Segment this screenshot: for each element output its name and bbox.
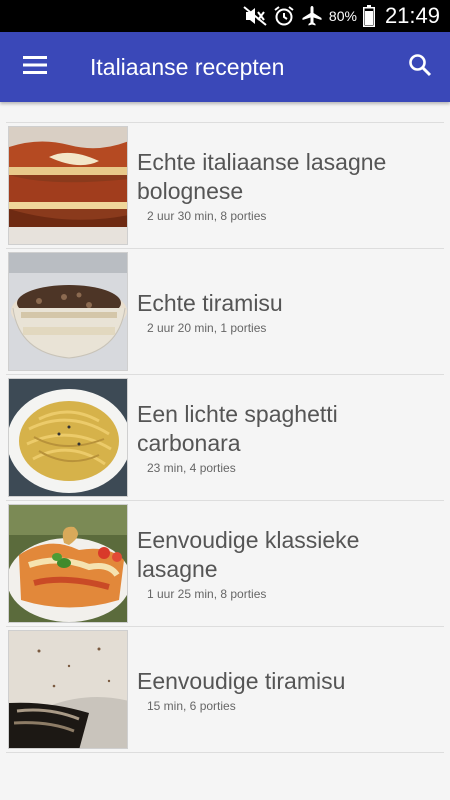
battery-percent: 80% (328, 8, 357, 24)
status-bar: 80% 21:49 (0, 0, 450, 32)
recipe-thumbnail (8, 378, 128, 497)
status-time: 21:49 (384, 3, 440, 28)
recipe-item[interactable]: Eenvoudige klassieke lasagne 1 uur 25 mi… (6, 501, 444, 627)
recipe-meta: 15 min, 6 porties (147, 698, 236, 713)
menu-button[interactable] (0, 32, 70, 102)
search-icon (408, 53, 432, 82)
mute-icon (243, 6, 267, 26)
recipe-thumbnail (8, 126, 128, 245)
recipe-meta: 2 uur 20 min, 1 porties (147, 320, 267, 335)
app-bar: Italiaanse recepten (0, 32, 450, 102)
alarm-icon (273, 5, 295, 27)
app-title: Italiaanse recepten (90, 53, 285, 80)
recipe-thumbnail (8, 252, 128, 371)
recipe-meta: 2 uur 30 min, 8 porties (147, 209, 267, 223)
recipe-thumbnail (8, 504, 128, 623)
battery-icon (362, 5, 375, 27)
recipe-meta: 1 uur 25 min, 8 porties (147, 587, 267, 601)
recipe-thumbnail (8, 630, 128, 749)
recipe-item[interactable]: Een lichte spaghetti carbonara 23 min, 4… (6, 375, 444, 501)
recipe-meta: 23 min, 4 porties (147, 461, 236, 475)
recipe-title: Een lichte spaghetti carbonara (137, 401, 338, 456)
airplane-mode-icon (301, 5, 323, 27)
recipe-item[interactable]: Echte tiramisu 2 uur 20 min, 1 porties (6, 249, 444, 375)
recipe-title: Echte italiaanse lasagne bolognese (137, 149, 387, 204)
recipe-item[interactable]: Echte italiaanse lasagne bolognese 2 uur… (6, 123, 444, 249)
recipe-title: Eenvoudige tiramisu (137, 667, 346, 694)
recipe-title: Echte tiramisu (137, 289, 283, 316)
recipe-title: Eenvoudige klassieke lasagne (137, 527, 360, 582)
hamburger-menu-icon (23, 55, 47, 79)
recipe-item[interactable]: Eenvoudige tiramisu 15 min, 6 porties (6, 627, 444, 753)
recipe-list: Echte italiaanse lasagne bolognese 2 uur… (6, 122, 444, 753)
search-button[interactable] (390, 32, 450, 102)
